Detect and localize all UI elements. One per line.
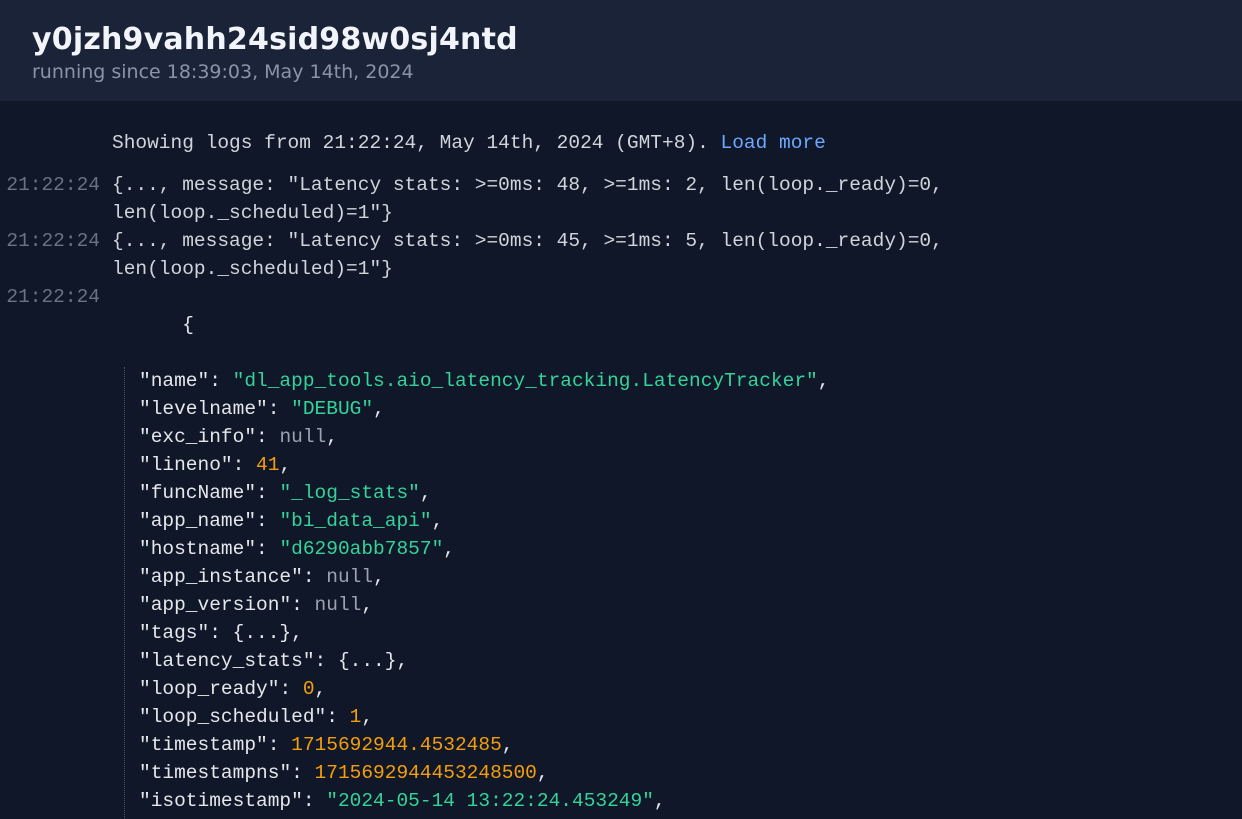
log-status: running since 18:39:03, May 14th, 2024 [32,61,1210,83]
json-field: "loop_scheduled": 1, [139,703,1228,731]
json-value: 1715692944453248500 [315,762,537,784]
intro-text: Showing logs from 21:22:24, May 14th, 20… [112,132,721,154]
json-fields: "name": "dl_app_tools.aio_latency_tracki… [124,367,1228,819]
json-field: "app_instance": null, [139,563,1228,591]
json-field: "exc_info": null, [139,423,1228,451]
json-key: levelname [151,398,256,420]
json-field: "name": "dl_app_tools.aio_latency_tracki… [139,367,1228,395]
json-key: app_version [151,594,280,616]
json-value: {...} [338,650,397,672]
log-message: {..., message: "Latency stats: >=0ms: 48… [112,171,1242,227]
json-field: "app_version": null, [139,591,1228,619]
json-field: "message": "Latency stats: >=0ms: 49, >=… [139,815,1228,819]
json-field: "loop_ready": 0, [139,675,1228,703]
json-field: "latency_stats": {...}, [139,647,1228,675]
json-key: hostname [151,538,245,560]
json-value: dl_app_tools.aio_latency_tracking.Latenc… [244,370,806,392]
json-key: tags [151,622,198,644]
json-field: "timestampns": 1715692944453248500, [139,759,1228,787]
json-value: _log_stats [291,482,408,504]
json-open-brace: { [182,314,194,336]
json-key: name [151,370,198,392]
json-key: app_instance [151,566,291,588]
json-value: {...} [233,622,292,644]
json-value: 0 [303,678,315,700]
json-field: "isotimestamp": "2024-05-14 13:22:24.453… [139,787,1228,815]
json-field: "funcName": "_log_stats", [139,479,1228,507]
json-key: loop_scheduled [151,706,315,728]
timestamp: 21:22:24 [0,227,112,255]
json-field: "lineno": 41, [139,451,1228,479]
json-field: "hostname": "d6290abb7857", [139,535,1228,563]
json-value: DEBUG [303,398,362,420]
json-key: app_name [151,510,245,532]
json-value: bi_data_api [291,510,420,532]
log-entry[interactable]: 21:22:24{..., message: "Latency stats: >… [0,227,1242,283]
json-value: d6290abb7857 [291,538,431,560]
json-value: null [315,594,362,616]
timestamp: 21:22:24 [0,283,112,311]
json-value: 2024-05-14 13:22:24.453249 [338,790,642,812]
json-key: exc_info [151,426,245,448]
json-key: lineno [151,454,221,476]
log-json: { "name": "dl_app_tools.aio_latency_trac… [112,283,1242,819]
json-field: "timestamp": 1715692944.4532485, [139,731,1228,759]
log-entry-expanded[interactable]: 21:22:24 { "name": "dl_app_tools.aio_lat… [0,283,1242,819]
log-message: {..., message: "Latency stats: >=0ms: 45… [112,227,1242,283]
json-key: funcName [151,482,245,504]
json-field: "tags": {...}, [139,619,1228,647]
log-id: y0jzh9vahh24sid98w0sj4ntd [32,22,1210,57]
json-key: timestamp [151,734,256,756]
json-key: latency_stats [151,650,303,672]
json-key: loop_ready [151,678,268,700]
json-value: 41 [256,454,279,476]
log-intro: Showing logs from 21:22:24, May 14th, 20… [112,129,1242,157]
json-value: 1 [350,706,362,728]
log-intro-line: Showing logs from 21:22:24, May 14th, 20… [0,129,1242,157]
json-value: null [279,426,326,448]
log-area: Showing logs from 21:22:24, May 14th, 20… [0,101,1242,819]
json-key: isotimestamp [151,790,291,812]
log-entry[interactable]: 21:22:24{..., message: "Latency stats: >… [0,171,1242,227]
timestamp: 21:22:24 [0,171,112,199]
json-field: "app_name": "bi_data_api", [139,507,1228,535]
load-more-link[interactable]: Load more [721,132,826,154]
log-header: y0jzh9vahh24sid98w0sj4ntd running since … [0,0,1242,101]
json-key: timestampns [151,762,280,784]
json-field: "levelname": "DEBUG", [139,395,1228,423]
json-value: 1715692944.4532485 [291,734,502,756]
json-value: null [326,566,373,588]
